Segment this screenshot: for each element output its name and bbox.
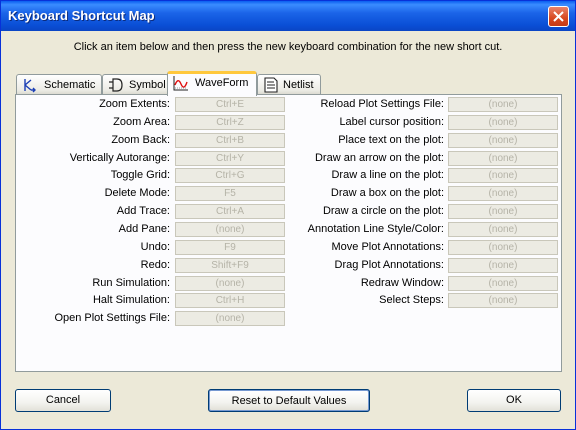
shortcut-label: Draw an arrow on the plot: [314, 151, 444, 164]
tab-schematic-label: Schematic [44, 79, 96, 91]
shortcut-label: Place text on the plot: [338, 133, 444, 146]
shortcut-label: Move Plot Annotations: [331, 240, 444, 253]
shortcut-key-field[interactable]: (none) [448, 257, 558, 273]
shortcut-key-field[interactable]: (none) [448, 204, 558, 220]
shortcut-label: Redraw Window: [360, 276, 444, 289]
shortcut-label: Open Plot Settings File: [54, 312, 170, 325]
shortcut-label: Drag Plot Annotations: [334, 258, 444, 271]
instruction-text: Click an item below and then press the n… [73, 41, 503, 53]
cancel-button[interactable]: Cancel [15, 389, 111, 412]
shortcut-label: Draw a line on the plot: [331, 169, 444, 182]
shortcut-key-field[interactable]: (none) [448, 221, 558, 237]
ok-button[interactable]: OK [467, 389, 561, 412]
close-button[interactable] [548, 6, 569, 27]
shortcut-key-field[interactable]: (none) [448, 150, 558, 166]
shortcut-label: Draw a box on the plot: [330, 187, 444, 200]
shortcut-label: Select Steps: [379, 294, 444, 307]
waveform-icon [173, 76, 188, 91]
shortcut-key-field[interactable]: (none) [448, 186, 558, 202]
shortcut-label: Draw a circle on the plot: [322, 205, 444, 218]
shortcut-key-field[interactable]: (none) [448, 114, 558, 130]
shortcut-key-field[interactable]: (none) [175, 311, 285, 327]
shortcut-key-field[interactable]: (none) [448, 293, 558, 309]
shortcut-label: Label cursor position: [339, 115, 444, 128]
schematic-icon [24, 79, 36, 93]
tab-symbol-label: Symbol [129, 79, 166, 91]
shortcut-key-field[interactable]: (none) [448, 97, 558, 112]
shortcut-panel: Zoom Extents: Ctrl+E Zoom Area: Ctrl+Z Zoom … [15, 94, 562, 372]
tab-netlist-label: Netlist [283, 79, 314, 91]
reset-defaults-button[interactable]: Reset to Default Values [208, 389, 370, 412]
dialog-window: Keyboard Shortcut Map Click an item belo… [0, 0, 576, 430]
title-bar[interactable]: Keyboard Shortcut Map [1, 1, 575, 31]
symbol-icon [109, 78, 123, 92]
tab-waveform[interactable]: WaveForm [167, 71, 257, 96]
shortcut-label: Reload Plot Settings File: [320, 98, 444, 110]
close-icon [553, 11, 564, 22]
window-title: Keyboard Shortcut Map [8, 8, 155, 23]
shortcut-key-field[interactable]: (none) [448, 275, 558, 291]
shortcut-key-field[interactable]: (none) [448, 239, 558, 255]
tab-waveform-label: WaveForm [195, 77, 249, 89]
tab-netlist[interactable]: Netlist [257, 74, 321, 94]
netlist-icon [264, 77, 278, 93]
tab-symbol[interactable]: Symbol [102, 74, 169, 94]
tab-schematic[interactable]: Schematic [16, 74, 102, 94]
shortcut-key-field[interactable]: (none) [448, 168, 558, 184]
shortcut-label: Annotation Line Style/Color: [307, 222, 444, 235]
shortcut-key-field[interactable]: (none) [448, 132, 558, 148]
